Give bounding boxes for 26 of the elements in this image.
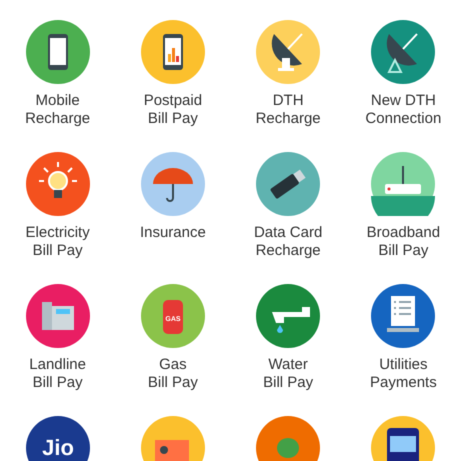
smartphone-icon[interactable] xyxy=(26,20,90,84)
bus-icon[interactable] xyxy=(371,416,436,461)
service-label: Electricity Bill Pay xyxy=(26,224,90,260)
phone-chart-icon[interactable] xyxy=(140,20,205,84)
satellite-dish-icon[interactable] xyxy=(256,20,320,84)
usb-stick-icon[interactable] xyxy=(256,152,320,216)
service-label: Gas Bill Pay xyxy=(148,356,198,392)
water-tap-icon[interactable] xyxy=(256,284,320,348)
id-card-icon[interactable] xyxy=(140,416,205,461)
service-label: Data Card Recharge xyxy=(254,224,322,260)
router-icon[interactable] xyxy=(371,152,436,216)
service-label: New DTH Connection xyxy=(365,92,442,128)
checklist-icon[interactable] xyxy=(371,284,436,348)
jio-logo[interactable]: Jio xyxy=(26,416,90,461)
service-label: Water Bill Pay xyxy=(263,356,314,392)
light-bulb-icon[interactable] xyxy=(26,152,90,216)
service-label: Postpaid Bill Pay xyxy=(144,92,202,128)
umbrella-icon[interactable] xyxy=(140,152,205,216)
service-label: Broadband Bill Pay xyxy=(366,224,440,260)
telephone-icon[interactable] xyxy=(26,284,90,348)
satellite-dish-icon[interactable] xyxy=(371,20,436,84)
service-label: Mobile Recharge xyxy=(25,92,90,128)
service-label: Landline Bill Pay xyxy=(29,356,86,392)
service-label: DTH Recharge xyxy=(256,92,321,128)
service-label: Utilities Payments xyxy=(370,356,437,392)
service-label: Insurance xyxy=(140,224,206,242)
